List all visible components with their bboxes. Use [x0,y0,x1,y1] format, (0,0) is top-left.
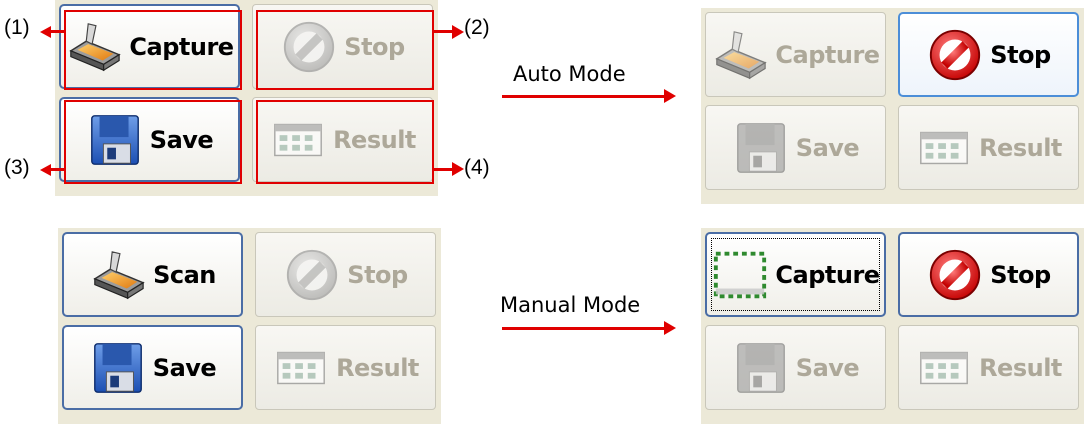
stop-icon [283,246,341,304]
stop-icon [926,246,984,304]
scan-button[interactable]: Scan [62,232,243,317]
panel-manual-initial: Scan Stop Save Result [58,228,441,424]
save-label: Save [795,133,860,162]
selection-rect-icon [711,246,769,304]
result-grid-icon [272,339,330,397]
save-label: Save [795,353,860,382]
capture-label: Capture [775,260,880,289]
scanner-icon [711,26,769,84]
capture-button[interactable]: Capture [705,232,886,317]
callout-arrow-2 [452,25,464,39]
stop-label: Stop [990,40,1051,69]
save-button[interactable]: Save [705,325,886,410]
result-button[interactable]: Result [898,105,1079,190]
result-label: Result [336,353,419,382]
panel-auto: Capture Stop Save Result [701,8,1084,204]
result-grid-icon [915,339,973,397]
save-button[interactable]: Save [62,325,243,410]
floppy-disk-icon [732,119,790,177]
capture-button[interactable]: Capture [705,12,886,97]
stop-button[interactable]: Stop [898,12,1079,97]
stop-label: Stop [990,260,1051,289]
highlight-box-result [256,100,434,184]
panel-initial: Capture Stop Save Result [55,0,438,196]
highlight-box-capture [64,10,242,90]
stop-button[interactable]: Stop [898,232,1079,317]
result-label: Result [979,133,1062,162]
save-button[interactable]: Save [705,105,886,190]
stop-icon [926,26,984,84]
stop-label: Stop [347,260,408,289]
scan-label: Scan [153,260,216,289]
panel-manual: Capture Stop Save Result [701,228,1084,424]
callout-2: (2) [464,16,490,39]
manual-mode-label: Manual Mode [500,293,641,317]
result-button[interactable]: Result [898,325,1079,410]
result-label: Result [979,353,1062,382]
callout-4: (4) [464,156,490,179]
scanner-icon [89,246,147,304]
highlight-box-save [64,100,242,184]
callout-arrow-4 [452,162,464,176]
floppy-disk-icon [89,339,147,397]
result-button[interactable]: Result [255,325,436,410]
manual-mode-arrow [502,327,666,330]
auto-mode-label: Auto Mode [513,62,626,86]
callout-3: (3) [4,156,30,179]
save-label: Save [152,353,217,382]
capture-label: Capture [775,40,880,69]
result-grid-icon [915,119,973,177]
callout-1: (1) [4,16,30,39]
floppy-disk-icon [732,339,790,397]
highlight-box-stop [256,10,434,90]
auto-mode-arrow [502,95,666,98]
stop-button[interactable]: Stop [255,232,436,317]
